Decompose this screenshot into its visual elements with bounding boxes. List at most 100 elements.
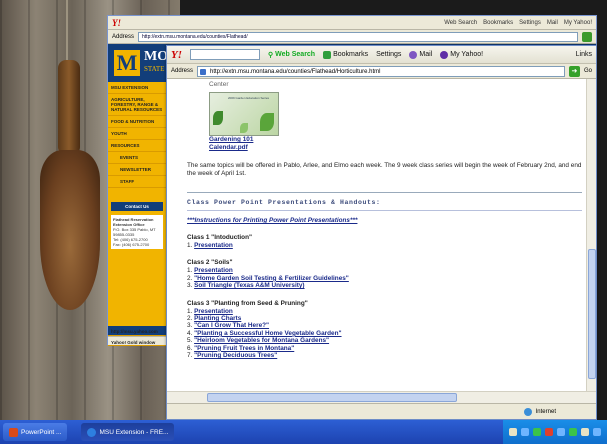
msu-title: MO STATE [144, 50, 168, 76]
scrollbar-thumb[interactable] [588, 249, 596, 379]
zone-label: Internet [535, 408, 556, 415]
sidebar-item[interactable]: FOOD & NUTRITION [108, 116, 166, 128]
go-label[interactable]: Go [584, 68, 592, 74]
class-list-item: 7. "Pruning Deciduous Trees" [187, 352, 586, 359]
settings-button[interactable]: Settings [376, 51, 401, 58]
sidebar-item[interactable]: STAFF [108, 176, 166, 188]
class-list: 1. Presentation 2. Planting Charts 3. "C… [187, 308, 586, 360]
class-list-item: 5. "Heirloom Vegetables for Montana Gard… [187, 337, 586, 344]
mail-button[interactable]: Mail [409, 50, 432, 59]
back-sidebar: MSU EXTENSION AGRICULTURE, FORESTRY, RAN… [108, 82, 166, 346]
back-status-url: http://msu.yahoo.com [108, 326, 166, 336]
class-title: Class 2 "Soils" [187, 259, 233, 267]
yahoo-search-input[interactable] [190, 49, 260, 60]
yahoo-icon[interactable]: Y! [171, 49, 182, 61]
back-yahoo-toolbar: Y! Web Search Bookmarks Settings Mail My… [108, 16, 596, 30]
tray-icon[interactable] [509, 428, 517, 436]
class-title: Class 1 "Intoduction" [187, 234, 253, 241]
back-settings-button[interactable]: Settings [519, 20, 541, 26]
item-link[interactable]: "Home Garden Soil Testing & Fertilizer G… [194, 275, 349, 282]
calendar-pdf-link-line1: Gardening 101 [209, 136, 254, 143]
address-bar: Address http://extn.msu.montana.edu/coun… [167, 64, 596, 79]
magnifier-icon: ⚲ [268, 51, 274, 59]
sidebar-item[interactable]: YOUTH [108, 128, 166, 140]
calendar-poster-image[interactable]: 2009 Garden Education Series [209, 92, 279, 136]
class-list: 1. Presentation 2. "Home Garden Soil Tes… [187, 267, 586, 289]
msu-logo: M [114, 50, 140, 76]
links-button[interactable]: Links [576, 51, 592, 58]
front-browser-window[interactable]: Y! ⚲ Web Search Bookmarks Settings Mail … [166, 45, 597, 420]
taskbar: PowerPoint ... MSU Extension - FRE... [0, 420, 607, 444]
address-input[interactable]: http://extn.msu.montana.edu/counties/Fla… [197, 65, 565, 77]
myyahoo-icon [440, 50, 449, 59]
contact-po: P.O. Box 335 Pablo, MT 59855-0335 [113, 227, 156, 237]
settings-label: Settings [376, 51, 402, 58]
trowel-handle [58, 60, 80, 155]
contact-box: Flathead Reservation Extension Office P.… [111, 215, 163, 249]
msu-title-name: MO [144, 49, 169, 64]
tray-icon[interactable] [533, 428, 541, 436]
class-list-item: 3. "Can I Grow That Here?" [187, 322, 586, 329]
item-link[interactable]: "Pruning Deciduous Trees" [194, 352, 277, 359]
tray-icon[interactable] [545, 428, 553, 436]
tray-icon[interactable] [521, 428, 529, 436]
horizontal-scrollbar[interactable] [167, 391, 596, 403]
class-block: Class 1 "Intoduction" 1. Presentation [187, 234, 586, 249]
item-link[interactable]: Presentation [194, 308, 233, 315]
class-list-item: 1. Presentation [187, 267, 586, 274]
mail-icon [409, 50, 418, 59]
sidebar-item[interactable]: RESOURCES [108, 140, 166, 152]
back-address-input[interactable]: http://extn.msu.montana.edu/counties/Fla… [138, 31, 578, 42]
back-bookmarks-button[interactable]: Bookmarks [483, 20, 513, 26]
back-myyahoo-button[interactable]: My Yahoo! [564, 20, 592, 26]
item-link[interactable]: "Can I Grow That Here?" [194, 322, 269, 329]
item-link[interactable]: Soil Triangle (Texas A&M University) [194, 282, 304, 289]
back-address-label: Address [112, 33, 135, 40]
sidebar-item[interactable]: EVENTS [108, 152, 166, 164]
yahoo-toolbar: Y! ⚲ Web Search Bookmarks Settings Mail … [167, 46, 596, 64]
msu-title-sub: STATE [144, 65, 165, 73]
item-link[interactable]: Presentation [194, 267, 233, 274]
web-search-button[interactable]: ⚲ Web Search [268, 51, 315, 59]
myyahoo-button[interactable]: My Yahoo! [440, 50, 483, 59]
class-list-item: 2. "Home Garden Soil Testing & Fertilize… [187, 275, 586, 282]
bookmarks-label: Bookmarks [333, 51, 369, 58]
taskbar-item-browser[interactable]: MSU Extension - FRE... [81, 423, 175, 441]
vertical-scrollbar[interactable] [586, 79, 596, 391]
class-title: Class 3 "Planting from Seed & Pruning" [187, 299, 308, 307]
intro-paragraph: The same topics will be offered in Pablo… [187, 162, 582, 177]
contact-heading: Contact Us [111, 202, 163, 211]
back-go-button[interactable] [582, 31, 592, 42]
instructions-link[interactable]: ***Instructions for Printing Power Point… [187, 217, 586, 224]
tray-icon[interactable] [581, 428, 589, 436]
item-link[interactable]: "Pruning Fruit Trees in Montana" [194, 345, 294, 352]
tray-icon[interactable] [593, 428, 601, 436]
back-address-bar: Address http://extn.msu.montana.edu/coun… [108, 30, 596, 44]
leaf-decoration [213, 111, 223, 125]
item-link[interactable]: Presentation [194, 242, 233, 249]
back-status-text: Yahoo! Gold window [108, 336, 166, 346]
system-tray [503, 420, 607, 444]
sidebar-item[interactable]: AGRICULTURE, FORESTRY, RANGE & NATURAL R… [108, 94, 166, 116]
garden-trowel [40, 150, 100, 310]
back-web-search-button[interactable]: Web Search [444, 20, 477, 26]
calendar-pdf-link[interactable]: Gardening 101 Calendar.pdf [209, 136, 586, 152]
class-list-item: 1. Presentation [187, 308, 586, 315]
item-link[interactable]: Planting Charts [194, 315, 241, 322]
tray-icon[interactable] [557, 428, 565, 436]
item-link[interactable]: "Planting a Successful Home Vegetable Ga… [194, 330, 341, 337]
sidebar-item[interactable]: NEWSLETTER [108, 164, 166, 176]
powerpoint-icon [9, 427, 18, 437]
back-mail-button[interactable]: Mail [547, 20, 558, 26]
tray-icon[interactable] [569, 428, 577, 436]
item-link[interactable]: "Heirloom Vegetables for Montana Gardens… [194, 337, 329, 344]
taskbar-item-powerpoint[interactable]: PowerPoint ... [3, 423, 68, 441]
bookmarks-button[interactable]: Bookmarks [323, 50, 369, 59]
go-button[interactable]: ➜ [568, 65, 580, 77]
class-list-item: 6. "Pruning Fruit Trees in Montana" [187, 345, 586, 352]
scrollbar-thumb[interactable] [207, 393, 457, 402]
web-search-label: Web Search [275, 51, 316, 58]
center-label: Center [209, 81, 229, 88]
class-list-item: 1. Presentation [187, 242, 586, 249]
sidebar-item[interactable]: MSU EXTENSION [108, 82, 166, 94]
